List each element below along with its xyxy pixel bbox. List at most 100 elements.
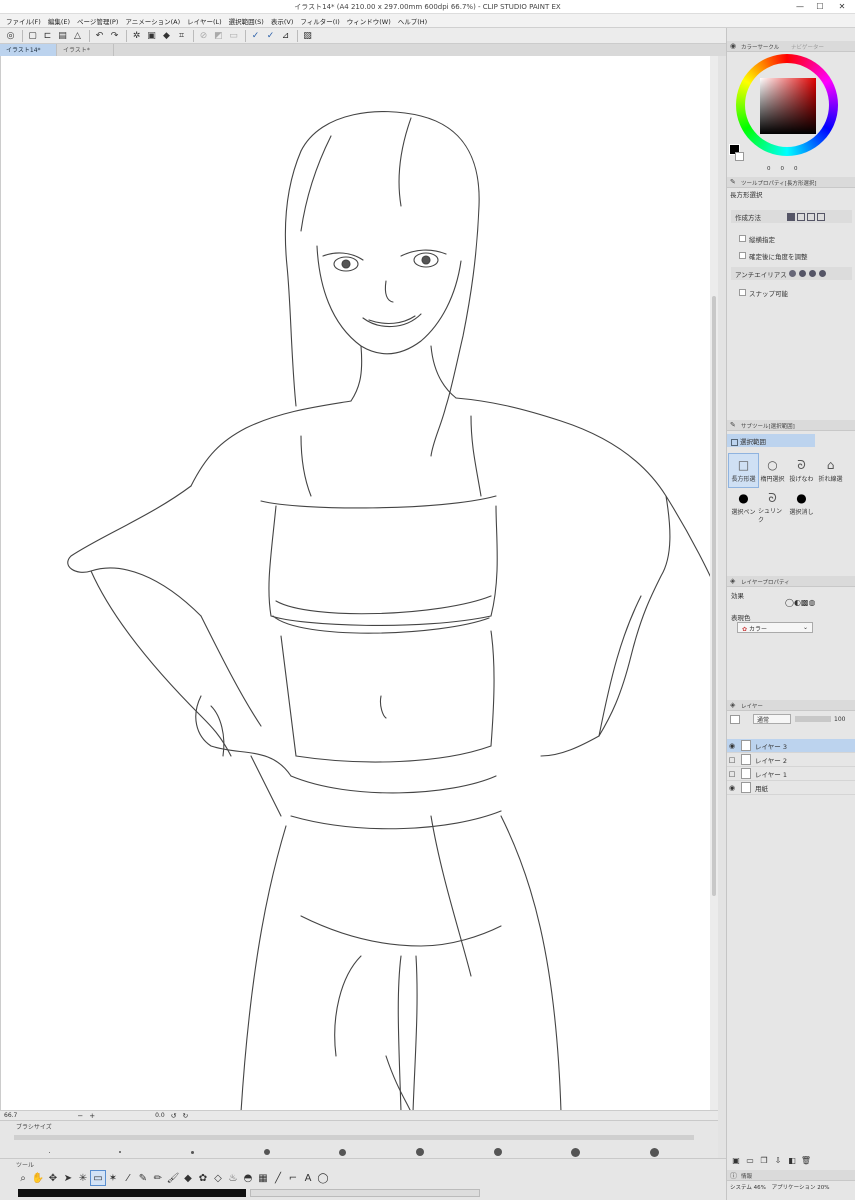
gradient-tool-icon[interactable]: ▦ [256,1171,270,1185]
tab-illust14[interactable]: イラスト14* [0,44,57,56]
antialias-mid-icon[interactable] [809,270,816,277]
tab-illust[interactable]: イラスト* [57,44,114,56]
tab-color-circle[interactable]: カラーサークル [741,45,779,51]
eye-hidden-icon[interactable]: □ [727,756,737,764]
snap-grid-icon[interactable]: ⊿ [279,29,292,42]
new-selection-icon[interactable] [787,212,795,221]
invert-selection-icon[interactable]: ◩ [212,29,225,42]
layer-merge-icon[interactable]: ⇩ [771,1156,785,1168]
intersect-selection-icon[interactable] [817,212,825,221]
zoom-value[interactable]: 66.7 [4,1112,17,1119]
upload-icon[interactable]: △ [71,29,84,42]
fill-icon[interactable]: ◆ [160,29,173,42]
antialias-strong-icon[interactable] [819,270,826,277]
subtool-lasso[interactable]: ᘐ 投げなわ [787,454,816,487]
blend-tool-icon[interactable]: ♨ [226,1171,240,1185]
sub-color-bar[interactable] [250,1189,480,1197]
maximize-button[interactable]: ☐ [813,1,827,12]
scrollbar-thumb[interactable] [712,296,716,896]
zoom-tool-icon[interactable]: ⌕ [16,1171,30,1185]
selection-tool-icon[interactable]: ▭ [90,1170,106,1186]
layer-color-swatch[interactable] [730,714,740,724]
sub-color-swatch[interactable] [735,152,744,161]
airbrush-tool-icon[interactable]: ◆ [181,1171,195,1185]
brush-preset-dot[interactable] [571,1147,581,1157]
canvas-vertical-scrollbar[interactable] [710,56,718,1112]
menu-page[interactable]: ページ管理(P) [77,16,118,26]
pen-tool-icon[interactable]: ✎ [136,1171,150,1185]
brush-preset-dot[interactable] [493,1148,502,1156]
clear-icon[interactable]: ▣ [145,29,158,42]
opacity-value[interactable]: 100 [834,716,845,723]
frame-tool-icon[interactable]: ⌐ [286,1171,300,1185]
eraser-tool-icon[interactable]: ◇ [211,1171,225,1185]
menu-view[interactable]: 表示(V) [271,16,294,26]
subtract-selection-icon[interactable] [807,212,815,221]
eye-icon[interactable]: ◉ [727,784,737,792]
new-file-icon[interactable]: ▢ [26,29,39,42]
tab-navigator[interactable]: ナビゲーター [791,45,824,51]
eye-hidden-icon[interactable]: □ [727,770,737,778]
menu-edit[interactable]: 編集(E) [48,16,70,26]
eye-icon[interactable]: ◉ [727,742,737,750]
layer-effect-icons[interactable]: ◯◐▩◍ [785,598,815,607]
brush-preset-dot[interactable] [48,1151,50,1153]
subtool-erase-selection[interactable]: ● 選択消し [787,487,816,520]
decoration-tool-icon[interactable]: ✿ [196,1171,210,1185]
aspect-checkbox[interactable] [739,235,746,242]
zoom-in-icon[interactable]: + [89,1112,95,1120]
brush-preset-dot[interactable] [191,1150,195,1154]
clip-studio-icon[interactable]: ◎ [4,29,17,42]
save-icon[interactable]: ▤ [56,29,69,42]
open-folder-icon[interactable]: ⊏ [41,29,54,42]
antialias-weak-icon[interactable] [799,270,806,277]
main-color-bar[interactable] [18,1189,246,1197]
brush-preset-dot[interactable] [119,1151,122,1153]
rotate-left-icon[interactable]: ↺ [171,1112,177,1120]
selection-border-icon[interactable]: ▭ [227,29,240,42]
snap-checkbox[interactable] [739,289,746,296]
balloon-tool-icon[interactable]: ◯ [316,1171,330,1185]
saturation-value-square[interactable] [760,78,816,134]
figure-tool-icon[interactable]: ╱ [271,1171,285,1185]
auto-select-tool-icon[interactable]: ✶ [106,1171,120,1185]
layer-folder-icon[interactable]: ▭ [743,1156,757,1168]
close-button[interactable]: ✕ [835,1,849,12]
layer-copy-icon[interactable]: ❐ [757,1156,771,1168]
move-tool-icon[interactable]: ✥ [46,1171,60,1185]
snap-special-ruler-icon[interactable]: ✓ [264,29,277,42]
text-tool-icon[interactable]: A [301,1171,315,1185]
layer-mask-icon[interactable]: ◧ [785,1156,799,1168]
menu-file[interactable]: ファイル(F) [6,16,41,26]
move-layer-tool-icon[interactable]: ✳ [76,1171,90,1185]
subtool-selection-pen[interactable]: ● 選択ペン [729,487,758,520]
eyedropper-tool-icon[interactable]: ⁄ [121,1171,135,1185]
deselect-icon[interactable]: ⊘ [197,29,210,42]
layer-row[interactable]: ◉ 用紙 [727,781,855,795]
crop-icon[interactable]: ⌗ [175,29,188,42]
layer-row[interactable]: □ レイヤー 2 [727,753,855,767]
layer-row[interactable]: ◉ レイヤー 3 [727,739,855,753]
subtool-polyline[interactable]: ⌂ 折れ線選 [816,454,845,487]
subtool-rectangle[interactable]: □ 長方形選 [728,453,759,488]
transform-icon[interactable]: ✲ [130,29,143,42]
brush-preset-dot[interactable] [263,1149,270,1155]
reference-icon[interactable]: ▧ [301,29,314,42]
brush-preset-dot[interactable] [339,1148,347,1156]
pencil-tool-icon[interactable]: ✏ [151,1171,165,1185]
rotate-right-icon[interactable]: ↻ [183,1112,189,1120]
brush-size-slider[interactable] [14,1135,694,1140]
menu-layer[interactable]: レイヤー(L) [187,16,222,26]
blend-mode-select[interactable]: 通常 [753,714,791,724]
display-color-select[interactable]: ✿ カラー ⌄ [737,622,813,633]
brush-tool-icon[interactable]: 🖌 [166,1171,180,1185]
undo-icon[interactable]: ↶ [93,29,106,42]
brush-preset-dot[interactable] [650,1147,660,1157]
snap-ruler-icon[interactable]: ✓ [249,29,262,42]
menu-filter[interactable]: フィルター(I) [300,16,339,26]
layer-delete-icon[interactable]: 🗑 [799,1156,813,1168]
fill-tool-icon[interactable]: ◓ [241,1171,255,1185]
minimize-button[interactable]: — [793,1,807,12]
sub-tool-group[interactable]: 選択範囲 [727,434,815,447]
menu-window[interactable]: ウィンドウ(W) [347,16,391,26]
